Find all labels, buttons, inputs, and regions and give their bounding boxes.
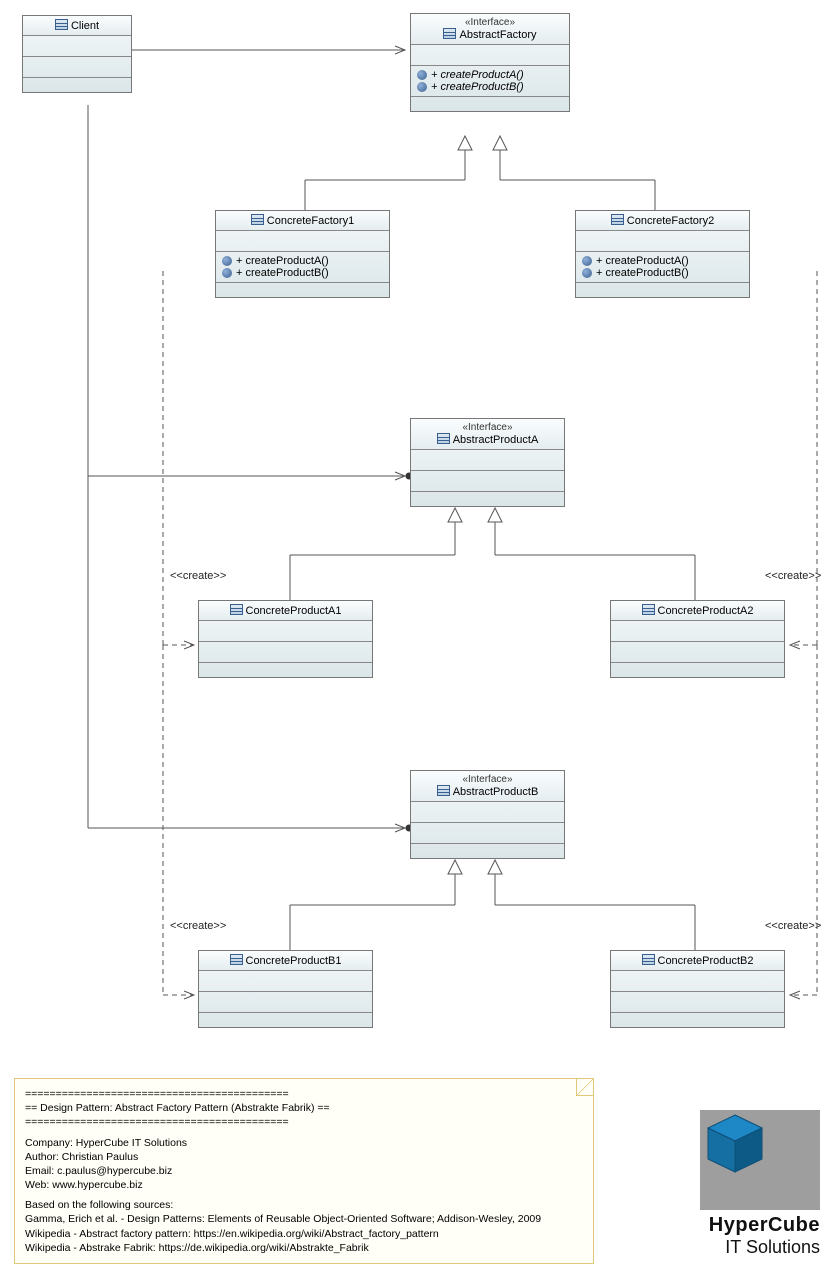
class-client[interactable]: Client bbox=[22, 15, 132, 93]
class-concrete-factory-2[interactable]: ConcreteFactory2 + createProductA() + cr… bbox=[575, 210, 750, 298]
class-abstract-product-a[interactable]: «Interface» AbstractProductA bbox=[410, 418, 565, 507]
create-label-3: <<create>> bbox=[170, 920, 226, 932]
create-label-4: <<create>> bbox=[765, 920, 821, 932]
class-concrete-factory-1[interactable]: ConcreteFactory1 + createProductA() + cr… bbox=[215, 210, 390, 298]
method-icon bbox=[582, 256, 592, 266]
logo: HyperCube IT Solutions bbox=[700, 1110, 820, 1258]
method-icon bbox=[222, 256, 232, 266]
stereotype: «Interface» bbox=[415, 17, 565, 28]
class-abstract-product-b[interactable]: «Interface» AbstractProductB bbox=[410, 770, 565, 859]
create-label-1: <<create>> bbox=[170, 570, 226, 582]
method-icon bbox=[417, 70, 427, 80]
create-label-2: <<create>> bbox=[765, 570, 821, 582]
class-concrete-product-a1[interactable]: ConcreteProductA1 bbox=[198, 600, 373, 678]
class-client-name: Client bbox=[71, 20, 99, 32]
logo-text-1: HyperCube bbox=[700, 1214, 820, 1237]
method-icon bbox=[582, 268, 592, 278]
cube-icon bbox=[700, 1110, 820, 1210]
class-concrete-product-b2[interactable]: ConcreteProductB2 bbox=[610, 950, 785, 1028]
diagram-note: ========================================… bbox=[14, 1078, 594, 1264]
logo-text-2: IT Solutions bbox=[700, 1237, 820, 1258]
class-concrete-product-a2[interactable]: ConcreteProductA2 bbox=[610, 600, 785, 678]
method-icon bbox=[417, 82, 427, 92]
class-abstract-factory[interactable]: «Interface» AbstractFactory + createProd… bbox=[410, 13, 570, 112]
class-concrete-product-b1[interactable]: ConcreteProductB1 bbox=[198, 950, 373, 1028]
method-icon bbox=[222, 268, 232, 278]
